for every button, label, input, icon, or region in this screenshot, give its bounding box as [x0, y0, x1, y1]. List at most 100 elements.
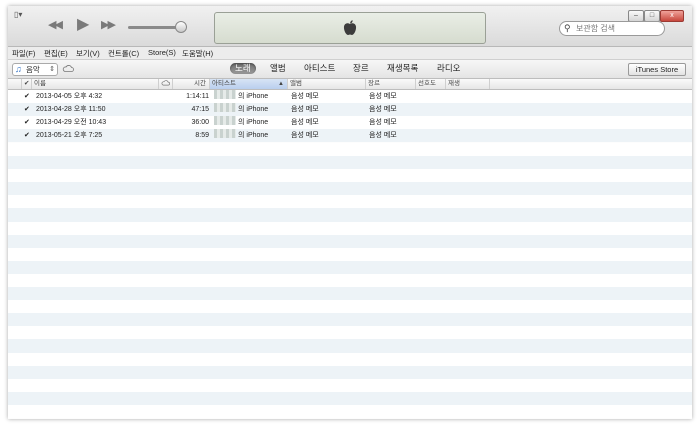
empty-table-row — [8, 365, 692, 379]
table-row[interactable]: ✔ 2013-05-21 오후 7:25 8:59 의 iPhone 음성 메모… — [8, 129, 692, 143]
row-genre: 음성 메모 — [369, 119, 397, 127]
library-selector[interactable]: ♫ 음악 ⇕ — [12, 63, 58, 76]
row-time: 47:15 — [191, 106, 209, 114]
empty-table-row — [8, 326, 692, 340]
row-artist-suffix: 의 iPhone — [238, 132, 269, 140]
close-button[interactable]: x — [660, 10, 684, 22]
empty-table-row — [8, 208, 692, 222]
row-album: 음성 메모 — [291, 132, 319, 140]
row-artist: 의 iPhone — [214, 129, 268, 142]
empty-table-row — [8, 300, 692, 314]
row-name: 2013-04-29 오전 10:43 — [36, 119, 107, 127]
row-artist-suffix: 의 iPhone — [238, 106, 269, 114]
table-row[interactable]: ✔ 2013-04-05 오후 4:32 1:14:11 의 iPhone 음성… — [8, 90, 692, 104]
empty-table-row — [8, 313, 692, 327]
redacted-artist-name — [214, 116, 236, 126]
table-row[interactable]: ✔ 2013-04-28 오후 11:50 47:15 의 iPhone 음성 … — [8, 103, 692, 117]
redacted-artist-name — [214, 103, 236, 113]
column-header-cloud[interactable] — [159, 79, 173, 89]
row-album: 음성 메모 — [291, 93, 319, 100]
menu-view[interactable]: 보기(V) — [76, 48, 100, 59]
row-artist: 의 iPhone — [214, 116, 268, 129]
empty-table-row — [8, 260, 692, 274]
tab-albums[interactable]: 앨범 — [270, 63, 286, 74]
status-display — [214, 12, 486, 44]
empty-table-row — [8, 273, 692, 288]
column-header-artist-label: 아티스트 — [212, 80, 236, 87]
empty-table-row — [8, 378, 692, 392]
column-header-time[interactable]: 시간 — [173, 79, 210, 89]
system-menu-button[interactable]: ▯▾ — [14, 10, 22, 19]
tab-artists[interactable]: 아티스트 — [304, 63, 335, 74]
column-header-artist[interactable]: 아티스트 ▲ — [210, 79, 288, 89]
tab-genres[interactable]: 장르 — [353, 63, 369, 74]
tab-radio[interactable]: 라디오 — [437, 63, 460, 74]
menu-help[interactable]: 도움말(H) — [182, 48, 213, 59]
row-checkbox[interactable]: ✔ — [24, 103, 30, 116]
empty-table-row — [8, 143, 692, 157]
menu-bar: 파일(F) 편집(E) 보기(V) 컨트롤(C) Store(S) 도움말(H) — [8, 47, 692, 60]
row-name: 2013-04-05 오후 4:32 — [36, 93, 103, 100]
empty-table-row — [8, 352, 692, 366]
row-genre: 음성 메모 — [369, 106, 397, 114]
table-body: ✔ 2013-04-05 오후 4:32 1:14:11 의 iPhone 음성… — [8, 90, 692, 143]
column-header-genre[interactable]: 장르 — [366, 79, 416, 89]
apple-logo-icon — [343, 20, 357, 35]
player-toolbar: ▯▾ ◀◀ ▶ ▶▶ – □ x ⚲ — [8, 6, 692, 47]
table-row[interactable]: ✔ 2013-04-29 오전 10:43 36:00 의 iPhone 음성 … — [8, 116, 692, 130]
redacted-artist-name — [214, 129, 236, 139]
search-input[interactable] — [576, 22, 660, 35]
menu-controls[interactable]: 컨트롤(C) — [108, 48, 139, 59]
row-genre: 음성 메모 — [369, 93, 397, 100]
row-artist: 의 iPhone — [214, 103, 268, 116]
menu-edit[interactable]: 편집(E) — [44, 48, 68, 59]
empty-table-row — [8, 404, 692, 418]
row-album: 음성 메모 — [291, 106, 319, 114]
column-header-check[interactable]: ✔ — [22, 79, 32, 89]
empty-table-row — [8, 234, 692, 248]
empty-table-row — [8, 391, 692, 405]
chevron-updown-icon: ⇕ — [49, 66, 55, 73]
row-artist-suffix: 의 iPhone — [238, 93, 269, 100]
column-header-name[interactable]: 이름 — [32, 79, 159, 89]
row-genre: 음성 메모 — [369, 132, 397, 140]
column-header-plays[interactable]: 재생 — [446, 79, 490, 89]
empty-table-row — [8, 195, 692, 209]
column-header-blank — [8, 79, 22, 89]
column-header-rating[interactable]: 선호도 — [416, 79, 446, 89]
volume-knob[interactable] — [175, 21, 188, 33]
menu-store[interactable]: Store(S) — [148, 48, 176, 57]
menu-file[interactable]: 파일(F) — [12, 48, 35, 59]
itunes-store-button[interactable]: iTunes Store — [628, 63, 686, 76]
column-header-album[interactable]: 앨범 — [288, 79, 366, 89]
sort-arrow-icon: ▲ — [278, 81, 284, 87]
empty-table-row — [8, 247, 692, 261]
row-checkbox[interactable]: ✔ — [24, 90, 30, 103]
tab-playlists[interactable]: 재생목록 — [387, 63, 418, 74]
row-time: 1:14:11 — [186, 93, 209, 100]
navigation-bar: ♫ 음악 ⇕ 노래 앨범 아티스트 장르 재생목록 라디오 iTunes Sto… — [8, 60, 692, 79]
row-album: 음성 메모 — [291, 119, 319, 127]
play-button[interactable]: ▶ — [77, 17, 89, 33]
itunes-window: ▯▾ ◀◀ ▶ ▶▶ – □ x ⚲ 파일(F) 편집(E) 보기(V) 컨트롤… — [8, 6, 692, 419]
cloud-icon[interactable] — [62, 64, 74, 72]
empty-row-area — [8, 143, 692, 418]
tab-songs[interactable]: 노래 — [230, 63, 256, 74]
rewind-button[interactable]: ◀◀ — [48, 18, 63, 32]
song-table: ✔ 이름 시간 아티스트 ▲ 앨범 장르 선호도 재생 ✔ 2013-04-05… — [8, 79, 692, 419]
redacted-artist-name — [214, 90, 236, 99]
row-time: 8:59 — [195, 132, 209, 140]
empty-table-row — [8, 287, 692, 301]
row-name: 2013-05-21 오후 7:25 — [36, 132, 103, 140]
row-artist: 의 iPhone — [214, 90, 268, 103]
row-checkbox[interactable]: ✔ — [24, 116, 30, 129]
fast-forward-button[interactable]: ▶▶ — [101, 18, 116, 32]
row-checkbox[interactable]: ✔ — [24, 129, 30, 142]
empty-table-row — [8, 169, 692, 183]
row-name: 2013-04-28 오후 11:50 — [36, 106, 106, 114]
empty-table-row — [8, 156, 692, 170]
search-box[interactable]: ⚲ — [559, 21, 665, 36]
empty-table-row — [8, 221, 692, 235]
table-header: ✔ 이름 시간 아티스트 ▲ 앨범 장르 선호도 재생 — [8, 79, 692, 90]
empty-table-row — [8, 339, 692, 353]
